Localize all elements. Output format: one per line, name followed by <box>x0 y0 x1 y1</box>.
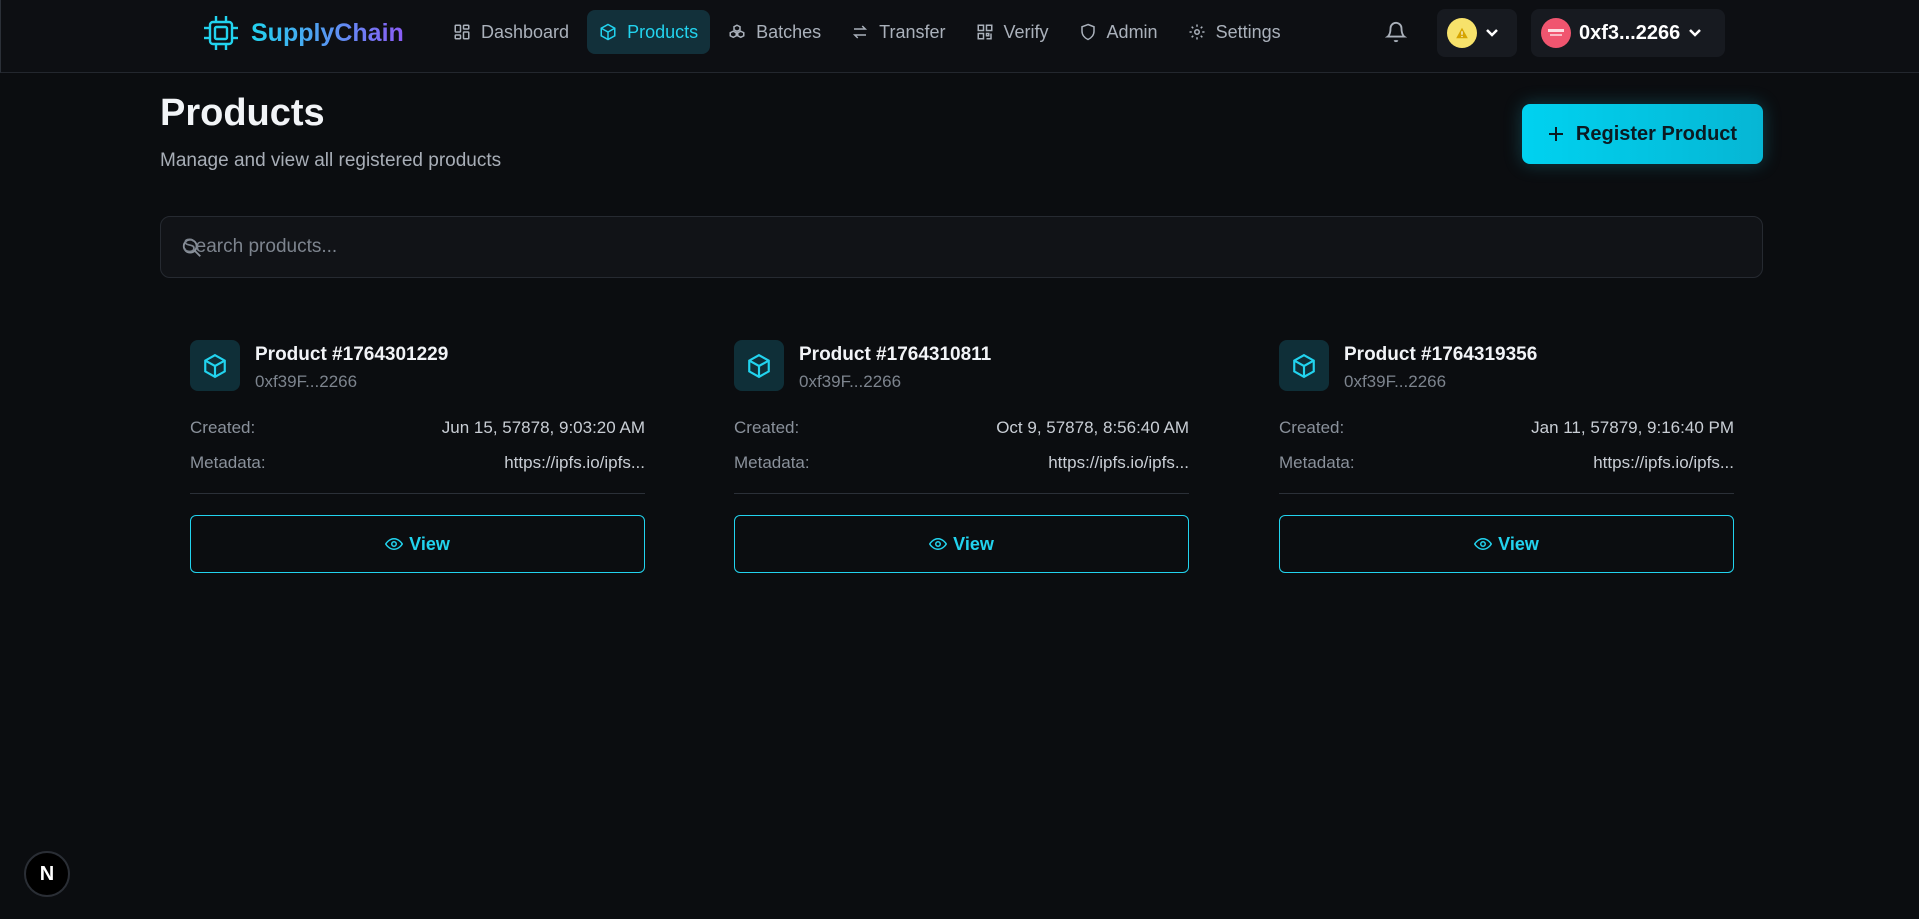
eye-icon <box>929 537 948 551</box>
view-button[interactable]: View <box>1279 515 1734 573</box>
nav-label: Products <box>627 21 699 42</box>
metadata-label: Metadata: <box>190 453 266 472</box>
metadata-value: https://ipfs.io/ipfs... <box>504 453 645 472</box>
eye-icon <box>385 537 404 551</box>
plus-icon <box>1548 127 1563 141</box>
notifications-button[interactable] <box>1381 16 1411 48</box>
warning-icon <box>1456 27 1468 39</box>
product-card: Product #1764319356 0xf39F...2266 Create… <box>1279 340 1734 575</box>
page-title: Products <box>160 92 325 134</box>
account-button[interactable]: 0xf3...2266 <box>1531 9 1725 57</box>
view-label: View <box>409 533 450 554</box>
nav-admin[interactable]: Admin <box>1067 10 1170 54</box>
gear-icon <box>1189 24 1205 40</box>
created-label: Created: <box>190 418 256 437</box>
register-label: Register Product <box>1575 122 1738 145</box>
nav-label: Verify <box>1003 21 1049 42</box>
app-logo[interactable]: SupplyChain <box>201 13 404 53</box>
main-nav: Dashboard Products Batches Transfer Veri… <box>441 10 1293 54</box>
view-button[interactable]: View <box>190 515 645 573</box>
view-button[interactable]: View <box>734 515 1189 573</box>
product-title: Product #1764301229 <box>255 344 449 365</box>
product-icon-tile <box>734 340 784 391</box>
register-product-button[interactable]: Register Product <box>1522 104 1763 164</box>
view-label: View <box>1498 533 1539 554</box>
product-owner: 0xf39F...2266 <box>255 372 358 391</box>
created-label: Created: <box>1279 418 1345 437</box>
account-avatar <box>1541 18 1571 48</box>
created-value: Oct 9, 57878, 8:56:40 AM <box>996 418 1189 437</box>
metadata-label: Metadata: <box>734 453 810 472</box>
qr-icon <box>977 24 993 40</box>
nav-settings[interactable]: Settings <box>1176 10 1293 54</box>
chevron-down-icon <box>1689 29 1702 37</box>
box-icon <box>1293 353 1315 378</box>
box-icon <box>600 23 616 41</box>
metadata-value: https://ipfs.io/ipfs... <box>1048 453 1189 472</box>
grid-icon <box>454 24 470 40</box>
product-card: Product #1764301229 0xf39F...2266 Create… <box>190 340 645 575</box>
bell-icon <box>1385 22 1407 43</box>
nav-transfer[interactable]: Transfer <box>839 10 957 54</box>
avatar-face-icon <box>1548 29 1564 36</box>
search-box <box>160 216 1763 278</box>
card-divider <box>734 493 1189 494</box>
shield-icon <box>1080 23 1095 41</box>
product-icon-tile <box>1279 340 1329 391</box>
account-address: 0xf3...2266 <box>1579 21 1681 44</box>
eye-icon <box>1474 537 1493 551</box>
card-divider <box>190 493 645 494</box>
chevron-down-icon <box>1486 29 1498 37</box>
created-label: Created: <box>734 418 800 437</box>
box-icon <box>204 353 226 378</box>
product-owner: 0xf39F...2266 <box>1344 372 1447 391</box>
nav-dashboard[interactable]: Dashboard <box>441 10 581 54</box>
page-subtitle: Manage and view all registered products <box>160 150 502 171</box>
badge-letter: N <box>39 862 55 885</box>
network-avatar <box>1447 18 1477 48</box>
app-name: SupplyChain <box>251 18 404 47</box>
nextjs-dev-badge[interactable]: N <box>24 851 70 897</box>
product-icon-tile <box>190 340 240 391</box>
arrows-icon <box>853 25 868 39</box>
top-navbar: SupplyChain Dashboard Products Batches T… <box>0 0 1919 73</box>
nav-products[interactable]: Products <box>587 10 711 54</box>
metadata-value: https://ipfs.io/ipfs... <box>1593 453 1734 472</box>
nav-label: Admin <box>1106 21 1158 42</box>
card-divider <box>1279 493 1734 494</box>
nav-label: Transfer <box>879 21 946 42</box>
nav-label: Dashboard <box>481 21 570 42</box>
view-label: View <box>953 533 994 554</box>
product-owner: 0xf39F...2266 <box>799 372 902 391</box>
metadata-label: Metadata: <box>1279 453 1355 472</box>
chip-icon <box>201 13 241 53</box>
nav-label: Batches <box>756 21 822 42</box>
nav-verify[interactable]: Verify <box>964 10 1061 54</box>
box-icon <box>748 353 770 378</box>
search-input[interactable] <box>181 217 1741 277</box>
created-value: Jun 15, 57878, 9:03:20 AM <box>441 418 645 437</box>
product-card: Product #1764310811 0xf39F...2266 Create… <box>734 340 1189 575</box>
created-value: Jan 11, 57879, 9:16:40 PM <box>1531 418 1734 437</box>
product-title: Product #1764310811 <box>799 344 992 365</box>
product-title: Product #1764319356 <box>1344 344 1538 365</box>
network-selector[interactable] <box>1437 9 1517 57</box>
nav-label: Settings <box>1215 21 1281 42</box>
boxes-icon <box>729 24 745 39</box>
nav-batches[interactable]: Batches <box>716 10 833 54</box>
